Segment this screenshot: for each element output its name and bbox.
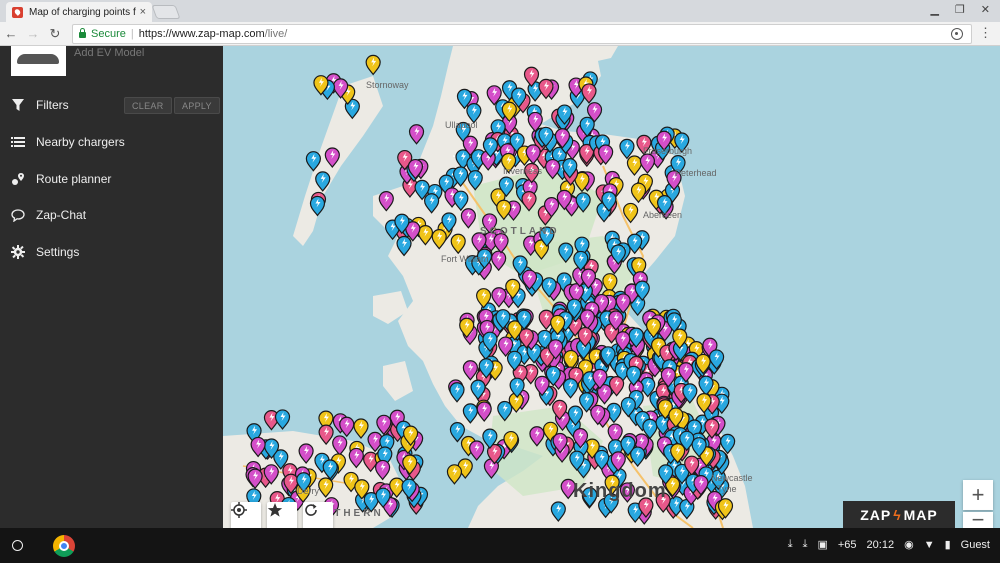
status-tray[interactable]: ⤓ ⤓ ▣ +65 20:12 ◉ ▼ ▮ Guest [788,538,990,551]
url-scheme: https:// [138,28,172,40]
gear-icon [10,244,26,260]
map-label-inverness: Inverness [503,166,543,176]
filters-label: Filters [36,98,69,112]
favourites-button[interactable] [267,502,297,528]
battery-icon: ▮ [944,539,951,551]
map-label-stornoway: Stornoway [366,80,409,90]
zoom-in-button[interactable]: + [963,480,993,510]
chat-icon [10,207,26,223]
charging-map[interactable]: SCOTLAND Kingdom Inverness Aberdeen Fort… [223,46,1000,528]
reload-icon[interactable]: ↻ [44,26,66,42]
route-icon [10,171,26,187]
url-path: /live/ [264,28,288,40]
sidebar-item-route-planner[interactable]: Route planner [10,168,111,190]
filter-icon [10,97,26,113]
chrome-app-icon[interactable] [53,535,75,557]
chrome-menu-icon[interactable]: ⋮ [979,26,992,39]
user-name[interactable]: Guest [961,539,990,551]
zap-map-logo: ZAP ϟ MAP [843,501,955,528]
window-controls: ▁ ❐ ✕ [930,3,990,16]
sidebar-item-zap-chat[interactable]: Zap-Chat [10,204,86,226]
image-icon[interactable]: ▣ [817,538,827,551]
refresh-map-button[interactable] [303,502,333,528]
wifi-icon: ▼ [923,538,935,551]
close-window-icon[interactable]: ✕ [981,3,990,16]
crosshair-icon [231,502,247,518]
network-icon: ◉ [904,539,914,551]
map-base [223,46,753,528]
download-icon[interactable]: ⤓ [788,538,793,551]
browser-toolbar: ← → ↻ Secure | https:// www.zap-map.com … [0,22,1000,46]
minimize-icon[interactable]: ▁ [930,3,938,16]
chromeos-shelf: ⤓ ⤓ ▣ +65 20:12 ◉ ▼ ▮ Guest [0,528,1000,563]
zap-map-favicon [12,6,23,18]
map-label-kingdom: Kingdom [573,480,667,502]
url-host: www.zap-map.com [171,28,265,40]
sidebar-item-nearby-chargers[interactable]: Nearby chargers [10,131,125,153]
brand-zap: ZAP [860,506,892,523]
download-icon[interactable]: ⤓ [803,538,808,551]
list-icon [10,134,26,150]
secure-label: Secure [91,28,126,40]
map-label-newcastle: Newcastle [711,473,753,483]
restore-icon[interactable]: ❐ [955,3,965,16]
sidebar-item-filters[interactable]: Filters [10,94,69,116]
lock-icon [79,28,86,38]
browser-tab[interactable]: Map of charging points f × [6,2,152,22]
chromeos-screen: Map of charging points f × ▁ ❐ ✕ ← → ↻ S… [0,0,1000,563]
star-icon [267,503,283,517]
refresh-icon [305,504,317,516]
brand-map: MAP [903,506,938,523]
map-label-scotland: SCOTLAND [480,226,560,237]
tab-close-icon[interactable]: × [140,6,146,18]
map-label-aberdeen: Aberdeen [643,210,683,220]
notification-count[interactable]: +65 [838,539,857,551]
map-label-fraserburgh: Fraserburgh [643,146,693,156]
clock[interactable]: 20:12 [867,539,895,551]
sidebar-item-settings[interactable]: Settings [10,241,79,263]
forward-arrow-icon[interactable]: → [22,26,44,41]
brand-bolt-icon: ϟ [893,506,902,523]
sidebar-item-label: Zap-Chat [36,208,87,222]
map-label-tyne: Tyne [717,484,737,494]
address-bar[interactable]: Secure | https:// www.zap-map.com /live/ [72,24,972,44]
map-label-peterhead: Peterhead [675,168,717,178]
tab-title: Map of charging points f [29,6,136,18]
map-label-derry: Derry [297,486,319,496]
apply-filters-button[interactable]: APPLY [174,97,220,114]
launcher-icon[interactable] [12,540,23,551]
sidebar-item-label: Settings [36,245,80,259]
my-location-button[interactable] [231,502,261,528]
ev-car-thumbnail[interactable] [11,46,66,76]
location-target-icon[interactable] [951,28,963,40]
sidebar-item-label: Route planner [36,172,112,186]
map-label-ullapool: Ullapool [445,120,478,130]
clear-filters-button[interactable]: CLEAR [124,97,172,114]
add-ev-model-label[interactable]: Add EV Model [74,47,144,59]
map-label-fort-william: Fort William [441,254,489,264]
sidebar: Add EV Model Filters CLEAR APPLY Nearby … [0,46,223,528]
tab-strip: Map of charging points f × ▁ ❐ ✕ [0,0,1000,22]
new-tab-button[interactable] [151,5,181,19]
zoom-out-button[interactable]: − [963,509,993,528]
omnibox-separator: | [130,28,134,40]
back-arrow-icon[interactable]: ← [0,26,22,41]
sidebar-item-label: Nearby chargers [36,135,125,149]
